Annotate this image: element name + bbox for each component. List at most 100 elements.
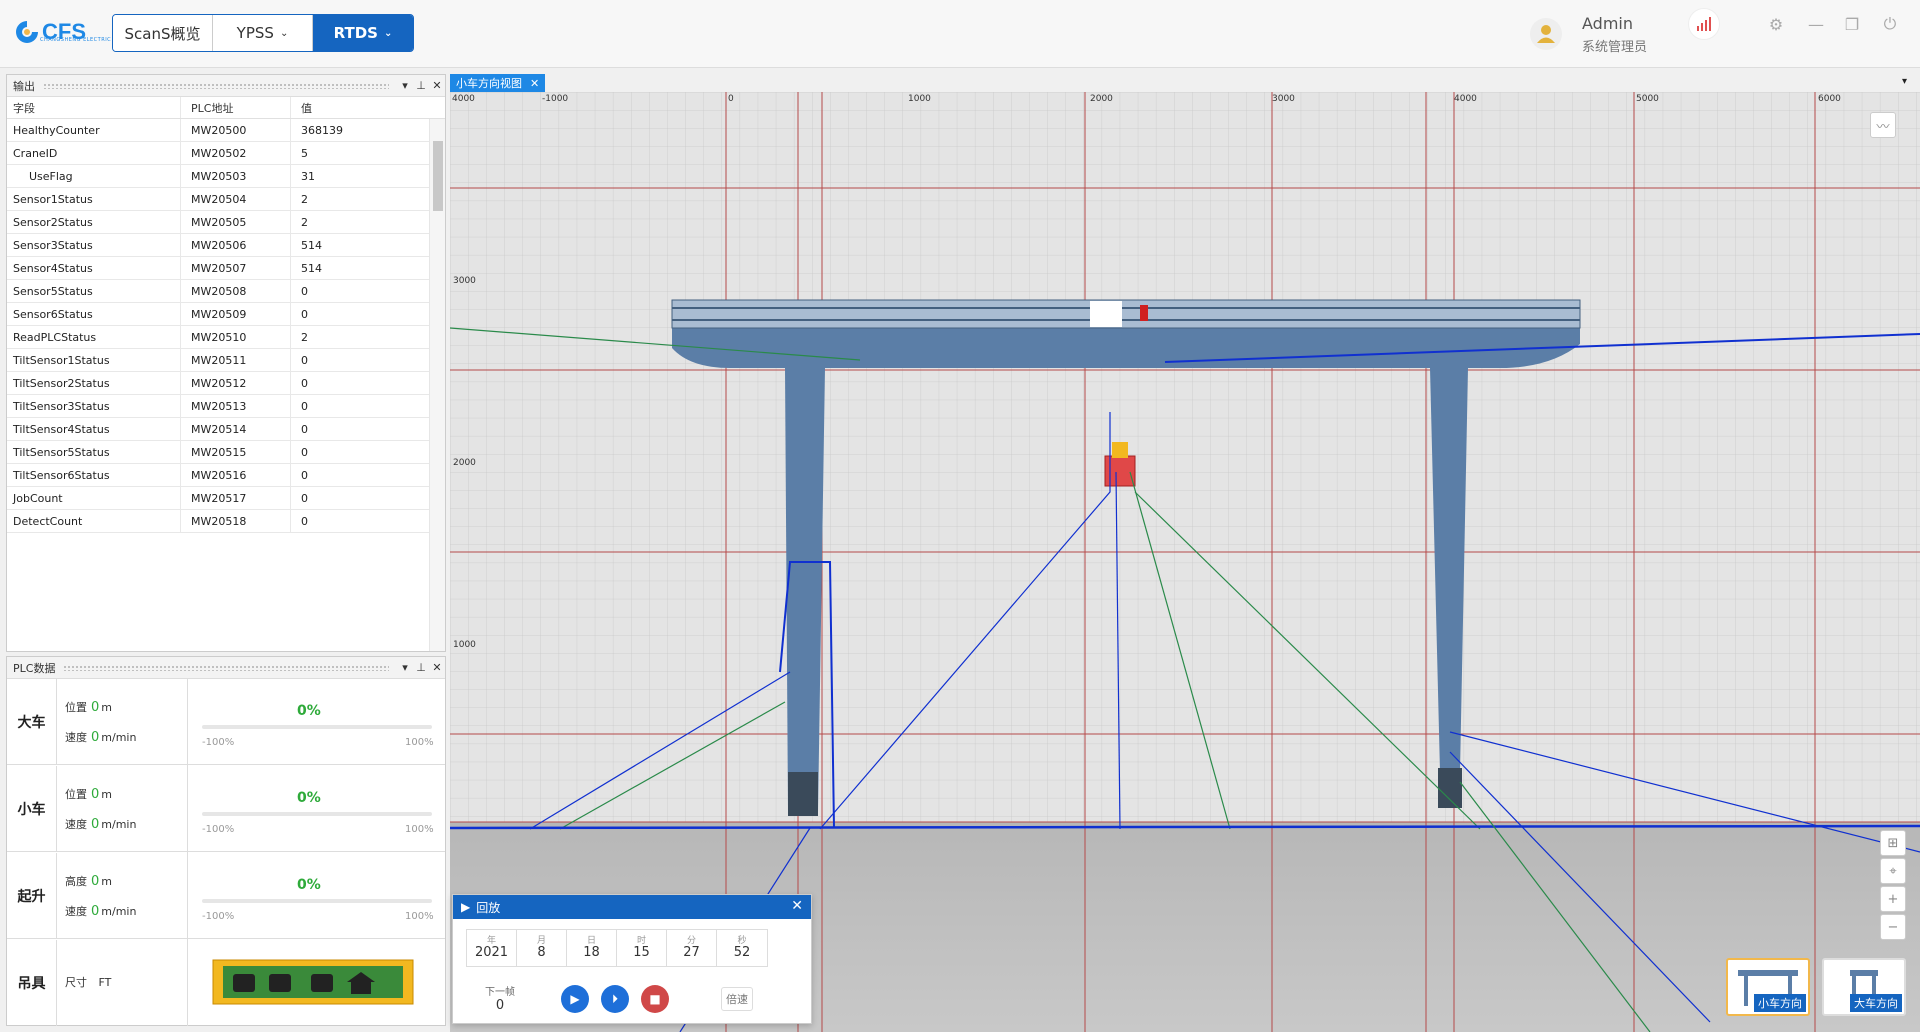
chevron-down-icon: ⌄ [279,27,289,39]
datetime-cell[interactable]: 年 2021 [467,930,517,966]
drag-handle[interactable] [63,664,389,671]
row-value: 2 [301,330,308,344]
field-primary-unit: m [101,701,112,714]
table-row[interactable]: Sensor1Status MW20504 2 [7,188,429,211]
col-value[interactable]: 值 [291,97,445,118]
table-row[interactable]: Sensor6Status MW20509 0 [7,303,429,326]
signal-icon[interactable] [1688,8,1720,40]
tab-scans[interactable]: ScanS概览 [113,15,213,51]
table-row[interactable]: JobCount MW20517 0 [7,487,429,510]
step-forward-button[interactable]: ⏵ [601,985,629,1013]
settings-icon[interactable]: ⚙ [1760,8,1792,40]
dropdown-icon[interactable]: ▾ [397,79,413,92]
close-icon[interactable]: ✕ [429,661,445,674]
close-icon[interactable]: ✕ [791,898,803,914]
tab-rtds[interactable]: RTDS ⌄ [313,15,413,51]
scrollbar[interactable] [429,119,445,651]
table-row[interactable]: Sensor5Status MW20508 0 [7,280,429,303]
datetime-value: 2021 [474,945,509,960]
table-row[interactable]: Sensor2Status MW20505 2 [7,211,429,234]
field-primary-unit: m [101,788,112,801]
zoom-out-icon[interactable]: − [1880,914,1906,940]
pin-icon[interactable]: ⊥ [413,79,429,92]
plc-section: 起升 高度 0 m 速度 0 m/min 0% -100% 100% [7,853,445,939]
tab-ypss[interactable]: YPSS ⌄ [213,15,313,51]
table-row[interactable]: ReadPLCStatus MW20510 2 [7,326,429,349]
row-field: TiltSensor4Status [7,418,181,440]
row-value: 0 [301,284,308,298]
datetime-value: 27 [683,945,700,960]
row-plc-address: MW20509 [181,303,291,325]
view-menu-icon[interactable]: ▾ [1902,76,1907,87]
section-label: 起升 [7,853,57,938]
dropdown-icon[interactable]: ▾ [397,661,413,674]
plc-data-panel: PLC数据 ▾ ⊥ ✕ 大车 位置 0 m 速度 0 m/min 0% -100% 100% 小车位… [6,656,446,1026]
table-row[interactable]: Sensor3Status MW20506 514 [7,234,429,257]
grid-toggle-icon[interactable]: ⊞ [1880,830,1906,856]
col-plc-address[interactable]: PLC地址 [181,97,291,118]
row-plc-address: MW20512 [181,372,291,394]
restore-icon[interactable]: ❐ [1836,8,1868,40]
datetime-cell[interactable]: 分 27 [667,930,717,966]
pin-icon[interactable]: ⊥ [413,661,429,674]
user-role: 系统管理员 [1582,40,1648,55]
table-row[interactable]: TiltSensor1Status MW20511 0 [7,349,429,372]
user-info[interactable]: Admin 系统管理员 [1530,14,1660,55]
table-row[interactable]: DetectCount MW20518 0 [7,510,429,533]
table-row[interactable]: UseFlag MW20503 31 [7,165,429,188]
progress-bar [202,899,432,903]
playback-header: ▶ 回放 ✕ [453,895,811,919]
plc-panel-header: PLC数据 ▾ ⊥ ✕ [7,657,445,679]
percent-value: 0% [297,790,321,806]
table-row[interactable]: Sensor4Status MW20507 514 [7,257,429,280]
chevron-down-icon: ⌄ [383,27,393,39]
datetime-cell[interactable]: 日 18 [567,930,617,966]
datetime-cell[interactable]: 月8 [517,930,567,966]
table-row[interactable]: CraneID MW20502 5 [7,142,429,165]
field-speed-unit: m/min [101,818,137,831]
table-row[interactable]: TiltSensor6Status MW20516 0 [7,464,429,487]
power-icon[interactable]: ⏻ [1874,8,1906,40]
datetime-picker[interactable]: 年 2021 月 8 日 18 时 15 分 27 秒 52 [466,929,768,967]
row-plc-address: MW20517 [181,487,291,509]
x-tick-label: 1000 [908,94,931,104]
gantry-direction-view-button[interactable]: 大车方向 [1822,958,1906,1016]
row-field: UseFlag [7,165,181,187]
view-tab[interactable]: 小车方向视图 ✕ [450,74,546,92]
row-value: 2 [301,215,308,229]
close-icon[interactable]: ✕ [429,79,445,92]
zoom-in-icon[interactable]: + [1880,886,1906,912]
trolley-direction-label: 小车方向 [1754,994,1806,1012]
stop-button[interactable]: ■ [641,985,669,1013]
user-icon [1537,25,1555,43]
table-row[interactable]: TiltSensor4Status MW20514 0 [7,418,429,441]
datetime-cell[interactable]: 时 15 [617,930,667,966]
plc-section: 大车 位置 0 m 速度 0 m/min 0% -100% 100% [7,679,445,765]
table-row[interactable]: HealthyCounter MW20500 368139 [7,119,429,142]
scroll-thumb[interactable] [433,141,443,211]
row-value: 2 [301,192,308,206]
row-value: 0 [301,468,308,482]
row-field: TiltSensor3Status [7,395,181,417]
table-row[interactable]: TiltSensor2Status MW20512 0 [7,372,429,395]
drag-handle[interactable] [43,82,389,89]
speed-button[interactable]: 倍速 [721,987,753,1011]
close-icon[interactable]: ✕ [530,77,539,90]
x-tick-label: 2000 [1090,94,1113,104]
datetime-cell[interactable]: 秒 52 [717,930,767,966]
range-max: 100% [405,911,434,922]
row-field: Sensor3Status [7,234,181,256]
table-row[interactable]: TiltSensor3Status MW20513 0 [7,395,429,418]
trolley-direction-view-button[interactable]: 小车方向 [1726,958,1810,1016]
col-field[interactable]: 字段 [7,97,181,118]
logo-swirl-icon [16,21,38,43]
play-button[interactable]: ▶ [561,985,589,1013]
range-max: 100% [405,737,434,748]
field-speed: 速度 0 m/min [65,729,136,745]
table-row[interactable]: TiltSensor5Status MW20515 0 [7,441,429,464]
minimize-icon[interactable]: — [1800,8,1832,40]
chart-toggle-icon[interactable]: 〰 [1870,112,1896,138]
row-value: 31 [301,169,315,183]
locate-icon[interactable]: ⌖ [1880,858,1906,884]
range-min: -100% [202,911,235,922]
